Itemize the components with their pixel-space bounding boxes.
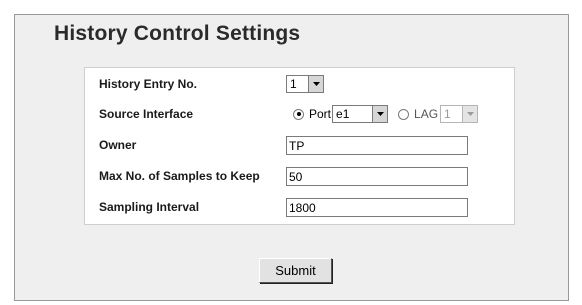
source-interface-label: Source Interface (99, 107, 194, 121)
owner-input[interactable] (286, 136, 468, 155)
history-entry-value: 1 (290, 77, 297, 91)
source-interface-row: Source Interface Port e1 LAG 1 (85, 99, 514, 130)
lag-select[interactable]: 1 (440, 105, 479, 123)
owner-label: Owner (99, 138, 137, 152)
chevron-down-icon[interactable] (372, 106, 388, 122)
port-select[interactable]: e1 (332, 105, 389, 123)
sampling-interval-label: Sampling Interval (99, 200, 200, 214)
lag-radio[interactable] (398, 108, 410, 120)
history-entry-select[interactable]: 1 (286, 75, 324, 93)
submit-button[interactable]: Submit (259, 258, 332, 283)
history-entry-label: History Entry No. (99, 77, 198, 91)
max-samples-label: Max No. of Samples to Keep (99, 169, 260, 183)
chevron-down-icon (462, 106, 478, 122)
chevron-down-icon[interactable] (308, 76, 323, 92)
sampling-interval-input[interactable] (286, 198, 468, 217)
port-radio-label: Port (309, 107, 332, 121)
history-entry-row: History Entry No. 1 (85, 68, 514, 99)
max-samples-row: Max No. of Samples to Keep (85, 161, 514, 192)
port-select-value: e1 (336, 107, 350, 121)
lag-radio-label: LAG (414, 107, 439, 121)
settings-form: History Entry No. 1 Source Interface Por… (84, 67, 515, 225)
page-title: History Control Settings (54, 22, 301, 45)
lag-select-value: 1 (444, 107, 451, 121)
owner-row: Owner (85, 130, 514, 161)
port-radio[interactable] (293, 108, 304, 120)
max-samples-input[interactable] (286, 167, 468, 186)
sampling-interval-row: Sampling Interval (85, 192, 514, 224)
